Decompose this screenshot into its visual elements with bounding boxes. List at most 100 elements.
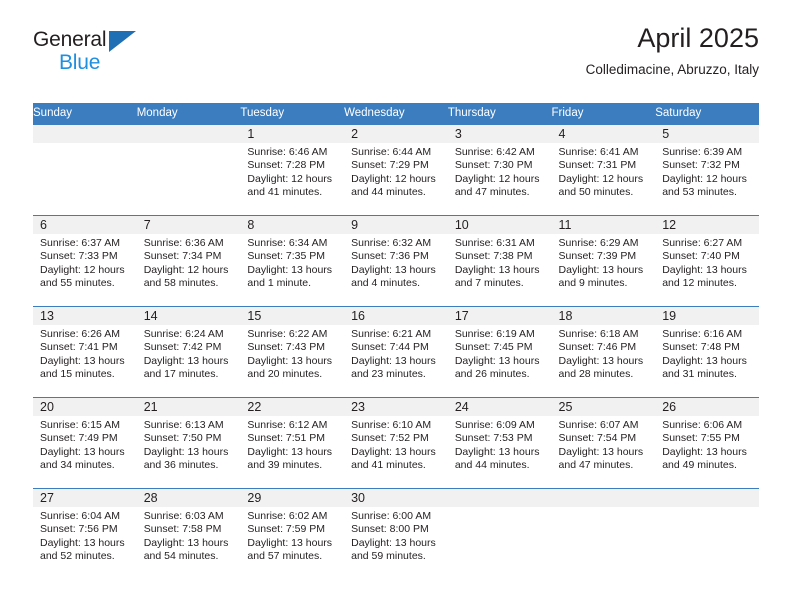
calendar-day-cell[interactable]: 24 Sunrise: 6:09 AM Sunset: 7:53 PM Dayligh… [447, 397, 552, 489]
day-cell-content [655, 489, 759, 578]
day-number: 16 [351, 309, 366, 323]
day-number: 23 [351, 400, 366, 414]
day-number-band: 26 [655, 398, 759, 416]
day-cell-content: 3 Sunrise: 6:42 AM Sunset: 7:30 PM Daylight… [447, 125, 552, 214]
sunset-text: Sunset: 7:44 PM [351, 341, 429, 354]
calendar-day-cell[interactable]: 3 Sunrise: 6:42 AM Sunset: 7:30 PM Daylight… [447, 124, 552, 216]
calendar-day-cell[interactable]: 8 Sunrise: 6:34 AM Sunset: 7:35 PM Daylight… [240, 215, 345, 307]
day-number-band: 6 [33, 216, 137, 234]
day-number-band: 16 [344, 307, 448, 325]
page-subtitle: Colledimacine, Abruzzo, Italy [585, 62, 759, 77]
calendar-day-cell[interactable]: 25 Sunrise: 6:07 AM Sunset: 7:54 PM Dayligh… [551, 397, 656, 489]
calendar-day-cell[interactable]: 10 Sunrise: 6:31 AM Sunset: 7:38 PM Dayligh… [447, 215, 552, 307]
day-sun-info: Sunrise: 6:31 AM Sunset: 7:38 PM Daylight:… [448, 234, 552, 291]
daylight-text-line2: and 47 minutes. [454, 186, 530, 199]
calendar-day-cell[interactable]: 19 Sunrise: 6:16 AM Sunset: 7:48 PM Dayligh… [655, 306, 759, 398]
calendar-day-cell[interactable]: 30 Sunrise: 6:00 AM Sunset: 8:00 PM Dayligh… [344, 488, 448, 580]
daylight-text-line1: Daylight: 13 hours [351, 445, 436, 458]
daylight-text-line2: and 50 minutes. [558, 186, 634, 199]
calendar-day-cell[interactable]: 17 Sunrise: 6:19 AM Sunset: 7:45 PM Dayligh… [447, 306, 552, 398]
calendar-day-cell[interactable]: 1 Sunrise: 6:46 AM Sunset: 7:28 PM Daylight… [240, 124, 345, 216]
calendar-day-cell[interactable]: 15 Sunrise: 6:22 AM Sunset: 7:43 PM Dayligh… [240, 306, 345, 398]
daylight-text-line1: Daylight: 12 hours [40, 263, 125, 276]
day-sun-info: Sunrise: 6:03 AM Sunset: 7:58 PM Daylight:… [137, 507, 241, 564]
day-number-band: 29 [240, 489, 345, 507]
calendar-day-cell[interactable] [551, 488, 656, 580]
calendar-day-cell[interactable]: 4 Sunrise: 6:41 AM Sunset: 7:31 PM Daylight… [551, 124, 656, 216]
day-number-band: 11 [551, 216, 656, 234]
calendar-day-cell[interactable]: 16 Sunrise: 6:21 AM Sunset: 7:44 PM Dayligh… [344, 306, 448, 398]
day-sun-info: Sunrise: 6:15 AM Sunset: 7:49 PM Daylight:… [33, 416, 137, 473]
general-blue-logo[interactable]: General Blue [33, 28, 153, 80]
day-number: 3 [454, 127, 462, 141]
day-sun-info: Sunrise: 6:16 AM Sunset: 7:48 PM Daylight:… [655, 325, 759, 382]
day-cell-content: 4 Sunrise: 6:41 AM Sunset: 7:31 PM Daylight… [551, 125, 656, 214]
daylight-text-line1: Daylight: 12 hours [143, 263, 229, 276]
day-number: 8 [247, 218, 255, 232]
day-number-band: 7 [136, 216, 241, 234]
daylight-text-line2: and 17 minutes. [143, 368, 219, 381]
calendar-day-cell[interactable]: 14 Sunrise: 6:24 AM Sunset: 7:42 PM Dayligh… [136, 306, 241, 398]
calendar-day-cell[interactable]: 11 Sunrise: 6:29 AM Sunset: 7:39 PM Dayligh… [551, 215, 656, 307]
sunrise-text: Sunrise: 6:31 AM [454, 237, 535, 249]
sunrise-text: Sunrise: 6:32 AM [351, 237, 432, 249]
calendar-day-cell[interactable]: 2 Sunrise: 6:44 AM Sunset: 7:29 PM Daylight… [344, 124, 448, 216]
calendar-day-cell[interactable]: 12 Sunrise: 6:27 AM Sunset: 7:40 PM Dayligh… [655, 215, 759, 307]
daylight-text-line2: and 47 minutes. [558, 459, 634, 472]
calendar-day-cell[interactable]: 22 Sunrise: 6:12 AM Sunset: 7:51 PM Dayligh… [240, 397, 345, 489]
calendar-day-cell[interactable] [447, 488, 552, 580]
daylight-text-line2: and 44 minutes. [454, 459, 530, 472]
day-number: 2 [351, 127, 359, 141]
day-number: 13 [40, 309, 54, 323]
daylight-text-line2: and 20 minutes. [247, 368, 323, 381]
daylight-text-line2: and 39 minutes. [247, 459, 323, 472]
calendar-day-cell[interactable]: 5 Sunrise: 6:39 AM Sunset: 7:32 PM Daylight… [655, 124, 759, 216]
calendar-day-cell[interactable]: 13 Sunrise: 6:26 AM Sunset: 7:41 PM Dayligh… [33, 306, 137, 398]
day-cell-content: 27 Sunrise: 6:04 AM Sunset: 7:56 PM Dayligh… [33, 489, 137, 578]
calendar-day-cell[interactable]: 28 Sunrise: 6:03 AM Sunset: 7:58 PM Dayligh… [136, 488, 241, 580]
daylight-text-line1: Daylight: 13 hours [143, 354, 229, 367]
calendar-day-cell[interactable]: 9 Sunrise: 6:32 AM Sunset: 7:36 PM Daylight… [344, 215, 448, 307]
weekday-header-friday: Friday [551, 103, 656, 125]
daylight-text-line1: Daylight: 13 hours [558, 445, 644, 458]
day-cell-content: 16 Sunrise: 6:21 AM Sunset: 7:44 PM Dayligh… [344, 307, 448, 396]
day-number-band [447, 489, 552, 507]
calendar-day-cell[interactable]: 21 Sunrise: 6:13 AM Sunset: 7:50 PM Dayligh… [136, 397, 241, 489]
calendar-day-cell[interactable] [136, 124, 241, 216]
calendar-day-cell[interactable]: 7 Sunrise: 6:36 AM Sunset: 7:34 PM Daylight… [136, 215, 241, 307]
sunset-text: Sunset: 7:46 PM [558, 341, 637, 354]
daylight-text-line1: Daylight: 13 hours [40, 445, 125, 458]
sunset-text: Sunset: 7:54 PM [558, 432, 637, 445]
calendar-day-cell[interactable] [33, 124, 137, 216]
day-cell-content: 1 Sunrise: 6:46 AM Sunset: 7:28 PM Daylight… [240, 125, 345, 214]
calendar-day-cell[interactable]: 6 Sunrise: 6:37 AM Sunset: 7:33 PM Daylight… [33, 215, 137, 307]
daylight-text-line1: Daylight: 13 hours [454, 445, 540, 458]
sunset-text: Sunset: 7:40 PM [662, 250, 740, 263]
daylight-text-line1: Daylight: 13 hours [247, 445, 333, 458]
calendar-day-cell[interactable]: 26 Sunrise: 6:06 AM Sunset: 7:55 PM Dayligh… [655, 397, 759, 489]
day-sun-info: Sunrise: 6:32 AM Sunset: 7:36 PM Daylight:… [344, 234, 448, 291]
day-sun-info: Sunrise: 6:46 AM Sunset: 7:28 PM Daylight:… [240, 143, 344, 200]
day-number: 19 [662, 309, 677, 323]
day-sun-info: Sunrise: 6:27 AM Sunset: 7:40 PM Daylight:… [655, 234, 759, 291]
day-sun-info [552, 507, 656, 510]
weekday-header-sunday: Sunday [33, 103, 137, 125]
daylight-text-line1: Daylight: 13 hours [247, 354, 333, 367]
day-sun-info: Sunrise: 6:00 AM Sunset: 8:00 PM Daylight:… [344, 507, 448, 564]
day-cell-content: 13 Sunrise: 6:26 AM Sunset: 7:41 PM Dayligh… [33, 307, 137, 396]
calendar-day-cell[interactable]: 20 Sunrise: 6:15 AM Sunset: 7:49 PM Dayligh… [33, 397, 137, 489]
calendar-day-cell[interactable]: 23 Sunrise: 6:10 AM Sunset: 7:52 PM Dayligh… [344, 397, 448, 489]
sunrise-text: Sunrise: 6:06 AM [662, 419, 743, 431]
calendar-page: General Blue April 2025 Colledimacine, A… [0, 0, 792, 612]
day-sun-info: Sunrise: 6:36 AM Sunset: 7:34 PM Daylight:… [137, 234, 241, 291]
day-cell-content [551, 489, 656, 578]
day-sun-info: Sunrise: 6:04 AM Sunset: 7:56 PM Daylight:… [33, 507, 137, 564]
daylight-text-line2: and 15 minutes. [40, 368, 115, 381]
daylight-text-line2: and 41 minutes. [351, 459, 426, 472]
calendar-day-cell[interactable] [655, 488, 759, 580]
calendar-day-cell[interactable]: 27 Sunrise: 6:04 AM Sunset: 7:56 PM Dayligh… [33, 488, 137, 580]
calendar-day-cell[interactable]: 18 Sunrise: 6:18 AM Sunset: 7:46 PM Dayligh… [551, 306, 656, 398]
sunrise-text: Sunrise: 6:21 AM [351, 328, 432, 340]
sunset-text: Sunset: 7:43 PM [247, 341, 326, 354]
calendar-day-cell[interactable]: 29 Sunrise: 6:02 AM Sunset: 7:59 PM Dayligh… [240, 488, 345, 580]
